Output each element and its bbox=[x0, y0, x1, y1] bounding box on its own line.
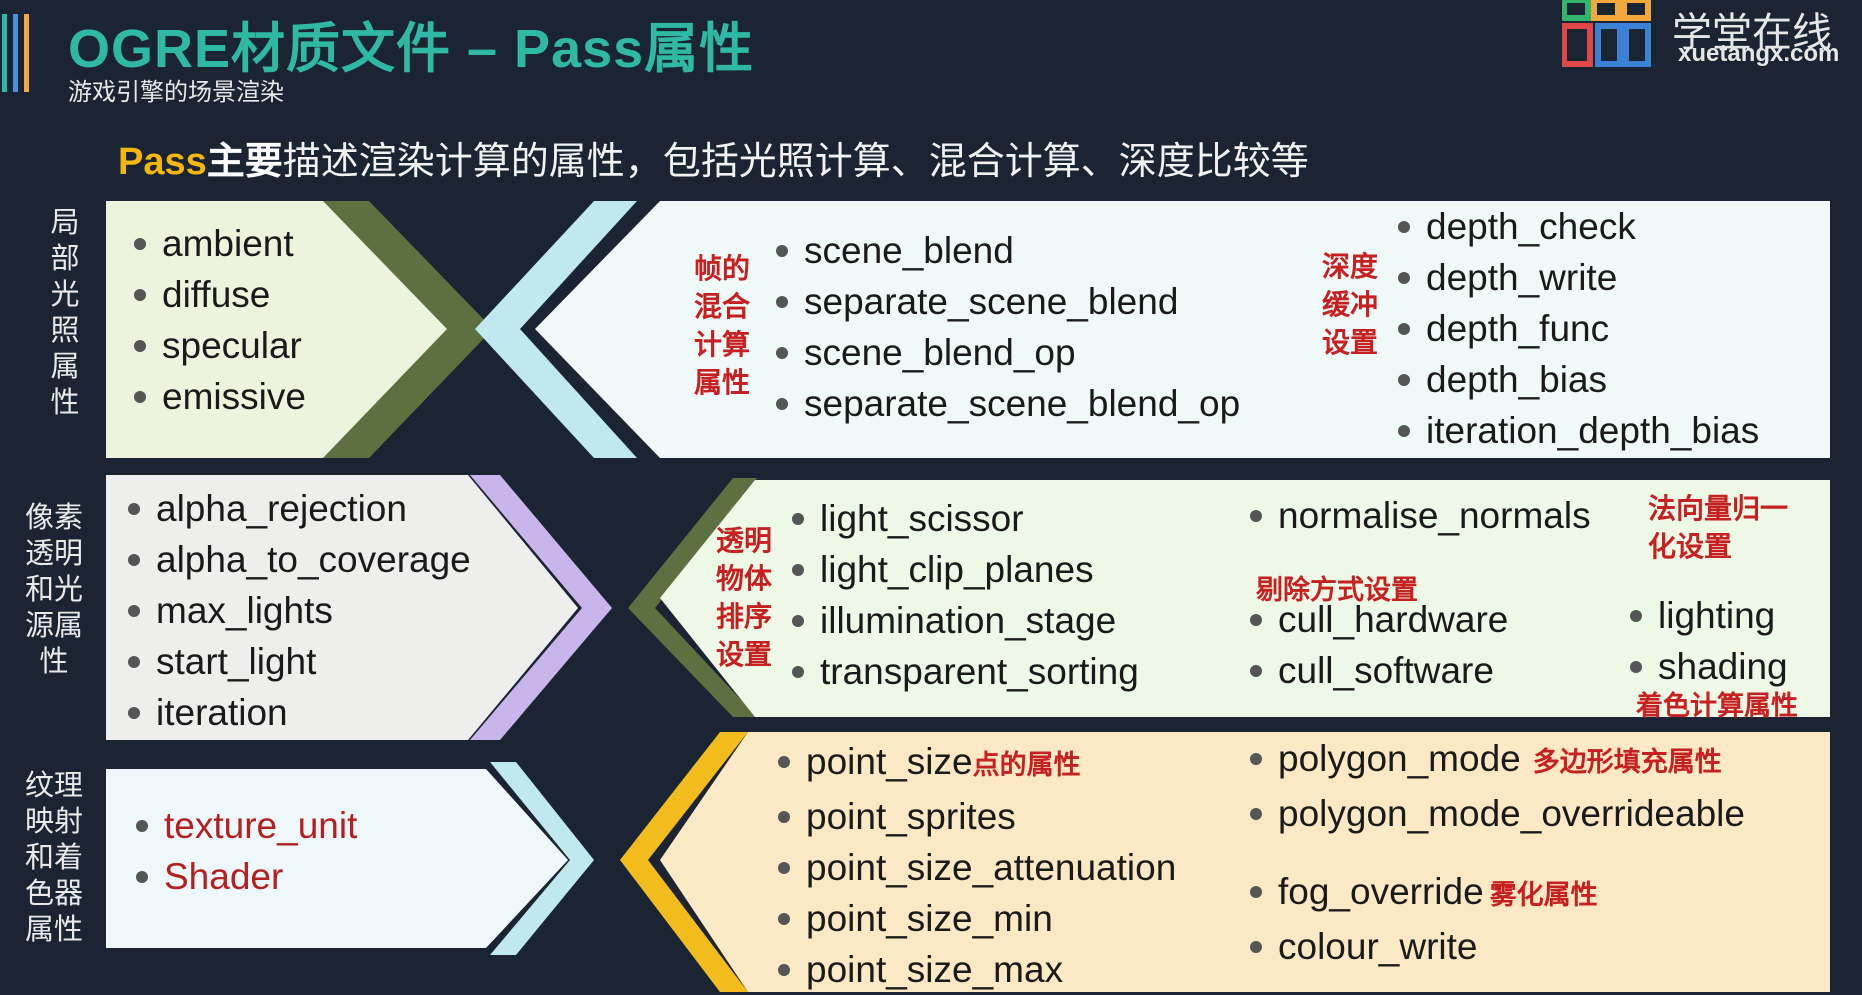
intro-main: 主要 bbox=[206, 141, 283, 183]
list-item: diffuse bbox=[128, 269, 306, 320]
list-item: illumination_stage bbox=[786, 595, 1139, 646]
intro-pass: Pass bbox=[118, 141, 207, 183]
fog-override-item: fog_override bbox=[1278, 871, 1484, 912]
poly-note: 多边形填充属性 bbox=[1532, 747, 1722, 777]
list-item: point_size_min bbox=[772, 893, 1176, 944]
point-list: point_size点的属性 point_sprites point_size_… bbox=[772, 736, 1176, 995]
list-item: alpha_to_coverage bbox=[122, 534, 471, 585]
fog-note: 雾化属性 bbox=[1489, 880, 1598, 910]
list-item: point_size_max bbox=[772, 944, 1176, 995]
poly-list: polygon_mode 多边形填充属性 polygon_mode_overrid… bbox=[1244, 733, 1745, 839]
lighting-list: ambient diffuse specular emissive bbox=[128, 218, 306, 422]
list-item: point_sprites bbox=[772, 791, 1176, 842]
list-item: iteration bbox=[122, 687, 471, 738]
list-item: depth_write bbox=[1392, 252, 1759, 303]
pixel-list: alpha_rejection alpha_to_coverage max_li… bbox=[122, 483, 471, 738]
list-item: transparent_sorting bbox=[786, 646, 1139, 697]
list-item: alpha_rejection bbox=[122, 483, 471, 534]
shade-list: lighting shading bbox=[1624, 590, 1788, 692]
texture-list: texture_unit Shader bbox=[130, 800, 357, 902]
intro-sentence: Pass主要描述渲染计算的属性，包括光照计算、混合计算、深度比较等 bbox=[118, 130, 1309, 185]
sort-note: 透明物体排序设置 bbox=[716, 525, 773, 670]
accent-bars bbox=[0, 14, 40, 94]
list-item: max_lights bbox=[122, 585, 471, 636]
list-item: separate_scene_blend_op bbox=[770, 378, 1240, 429]
list-item: ambient bbox=[128, 218, 306, 269]
list-item: point_size点的属性 bbox=[772, 736, 1176, 791]
blend-list: scene_blend separate_scene_blend scene_b… bbox=[770, 225, 1240, 429]
depth-note: 深度缓冲设置 bbox=[1322, 251, 1379, 358]
side-label-pixel: 像素透明和光源属性 bbox=[24, 502, 83, 678]
list-item: start_light bbox=[122, 636, 471, 687]
list-item: lighting bbox=[1624, 590, 1788, 641]
list-item: separate_scene_blend bbox=[770, 276, 1240, 327]
list-item: emissive bbox=[128, 371, 306, 422]
list-item: scene_blend_op bbox=[770, 327, 1240, 378]
list-item: light_clip_planes bbox=[786, 544, 1139, 595]
list-item: light_scissor bbox=[786, 493, 1139, 544]
xuetangx-logo-icon bbox=[1562, 0, 1651, 67]
list-item: point_size_attenuation bbox=[772, 842, 1176, 893]
list-item: specular bbox=[128, 320, 306, 371]
side-label-texture: 纹理映射和着色器属性 bbox=[24, 770, 83, 946]
normal-list: normalise_normals bbox=[1244, 490, 1591, 541]
logo-text-en: xuetangx.com bbox=[1678, 40, 1840, 67]
point-note: 点的属性 bbox=[972, 750, 1081, 780]
list-item: depth_check bbox=[1392, 201, 1759, 252]
intro-rest: 描述渲染计算的属性，包括光照计算、混合计算、深度比较等 bbox=[282, 141, 1309, 183]
list-item: Shader bbox=[130, 851, 357, 902]
point-size-item: point_size bbox=[806, 741, 973, 782]
list-item: depth_bias bbox=[1392, 354, 1759, 405]
list-item: cull_hardware bbox=[1244, 594, 1508, 645]
list-item: iteration_depth_bias bbox=[1392, 405, 1759, 456]
side-label-lighting: 局部光照属性 bbox=[50, 207, 80, 419]
sort-list: light_scissor light_clip_planes illumina… bbox=[786, 493, 1139, 697]
list-item: colour_write bbox=[1244, 921, 1598, 972]
list-item: fog_override 雾化属性 bbox=[1244, 866, 1598, 921]
list-item: texture_unit bbox=[130, 800, 357, 851]
list-item: scene_blend bbox=[770, 225, 1240, 276]
depth-list: depth_check depth_write depth_func depth… bbox=[1392, 201, 1759, 456]
normal-note: 法向量归一化设置 bbox=[1648, 493, 1789, 562]
list-item: cull_software bbox=[1244, 645, 1508, 696]
list-item: polygon_mode 多边形填充属性 bbox=[1244, 733, 1745, 788]
cull-list: cull_hardware cull_software bbox=[1244, 594, 1508, 696]
list-item: polygon_mode_overrideable bbox=[1244, 788, 1745, 839]
polygon-mode-item: polygon_mode bbox=[1278, 738, 1521, 779]
list-item: depth_func bbox=[1392, 303, 1759, 354]
page-subtitle: 游戏引擎的场景渲染 bbox=[68, 79, 284, 106]
shade-note: 着色计算属性 bbox=[1636, 691, 1798, 721]
list-item: normalise_normals bbox=[1244, 490, 1591, 541]
fog-list: fog_override 雾化属性 colour_write bbox=[1244, 866, 1598, 972]
blend-note: 帧的混合计算属性 bbox=[694, 253, 751, 398]
